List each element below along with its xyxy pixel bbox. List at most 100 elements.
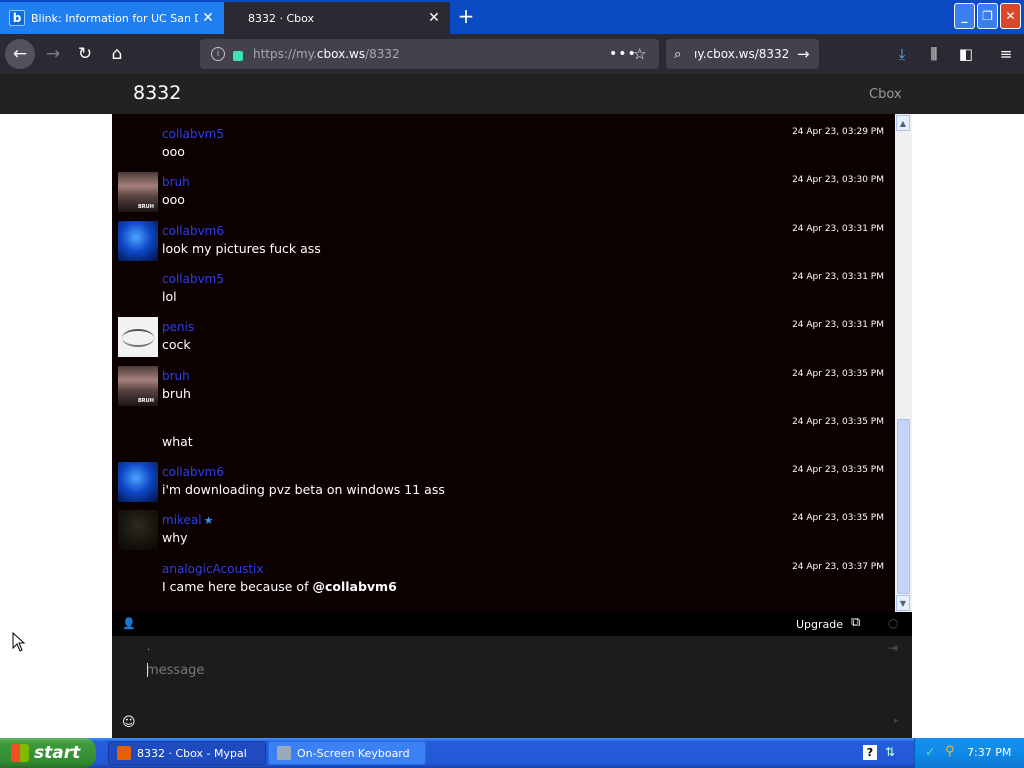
tab-title: Blink: Information for UC San Dieg [31, 11, 198, 25]
message-username[interactable]: collabvm6 [162, 224, 224, 238]
window-close-button[interactable]: ✕ [1000, 3, 1021, 29]
sidebar-icon[interactable]: ◧ [954, 42, 978, 66]
refresh-icon[interactable]: ○ [888, 616, 898, 630]
message-text: bruh [162, 386, 191, 401]
tab-strip: b Blink: Information for UC San Dieg ✕ 8… [0, 0, 1024, 34]
minimize-button[interactable]: _ [954, 3, 975, 29]
chat-message: collabvm5 24 Apr 23, 03:31 PM lol [112, 259, 896, 307]
avatar[interactable] [118, 366, 158, 406]
star-badge-icon: ★ [203, 514, 214, 527]
taskbar: start 8332 · Cbox - Mypal On-Screen Keyb… [0, 738, 1024, 768]
windows-flag-icon [11, 744, 29, 762]
chat-message: penis 24 Apr 23, 03:31 PM cock [112, 307, 896, 357]
message-username[interactable]: collabvm6 [162, 465, 224, 479]
network-icon[interactable]: ⇅ [885, 745, 895, 759]
message-username[interactable]: collabvm5 [162, 127, 224, 141]
browser-icon [117, 746, 131, 760]
login-icon[interactable]: ⇥ [888, 641, 898, 655]
bing-favicon-icon: b [9, 10, 25, 26]
text-caret [147, 663, 148, 677]
avatar[interactable] [118, 462, 158, 502]
chat-scrollbar[interactable]: ▲ ▼ [895, 114, 912, 612]
send-arrow-icon[interactable]: ▸ [894, 716, 899, 726]
chat-message: analogicAcoustix 24 Apr 23, 03:37 PM I c… [112, 549, 896, 597]
message-timestamp: 24 Apr 23, 03:29 PM [792, 127, 884, 137]
message-username[interactable]: bruh [162, 175, 190, 189]
popout-icon[interactable]: ⧉ [851, 615, 860, 630]
message-text: what [162, 434, 193, 449]
more-actions-icon[interactable]: ••• [609, 46, 636, 62]
search-text[interactable]: ıy.cbox.ws/8332 [694, 47, 797, 61]
reload-icon[interactable]: ↻ [70, 39, 100, 69]
message-timestamp: 24 Apr 23, 03:35 PM [792, 513, 884, 523]
taskbar-item-browser[interactable]: 8332 · Cbox - Mypal [108, 741, 266, 765]
message-username[interactable]: bruh [162, 369, 190, 383]
help-icon[interactable]: ? [863, 745, 877, 760]
message-text: lol [162, 289, 177, 304]
home-icon[interactable]: ⌂ [102, 39, 132, 69]
mention-link[interactable]: @collabvm6 [312, 579, 396, 594]
start-button[interactable]: start [0, 738, 96, 768]
bookmark-star-icon[interactable]: ☆ [633, 45, 659, 63]
avatar[interactable] [118, 510, 158, 550]
search-icon: ⌕ [674, 46, 682, 62]
avatar[interactable] [118, 172, 158, 212]
message-composer: . ⇥ ☺ ▸ [112, 636, 912, 738]
hamburger-menu-icon[interactable]: ≡ [994, 42, 1018, 66]
url-text[interactable]: https://my.cbox.ws/8332 [253, 47, 609, 61]
download-icon[interactable]: ⤓ [890, 42, 914, 66]
avatar[interactable] [118, 221, 158, 261]
message-timestamp: 24 Apr 23, 03:35 PM [792, 417, 884, 427]
lock-icon[interactable] [233, 51, 243, 61]
chat-toolbar: 👤 Upgrade ⧉ ○ [112, 612, 912, 636]
nav-toolbar: ← → ↻ ⌂ i https://my.cbox.ws/8332 ••• ☆ … [0, 34, 1024, 74]
forward-arrow-icon[interactable]: → [38, 39, 68, 69]
page-title: 8332 [133, 82, 182, 104]
upgrade-link[interactable]: Upgrade [796, 618, 843, 631]
message-text: i'm downloading pvz beta on windows 11 a… [162, 482, 445, 497]
message-username[interactable]: analogicAcoustix [162, 562, 263, 576]
site-header: 8332 Cbox [0, 74, 1024, 114]
chat-message: mikeal ★ 24 Apr 23, 03:35 PM why [112, 500, 896, 550]
chat-messages[interactable]: collabvm5 24 Apr 23, 03:29 PM ooo bruh 2… [112, 114, 912, 612]
back-arrow-icon[interactable]: ← [5, 39, 35, 69]
message-timestamp: 24 Apr 23, 03:37 PM [792, 562, 884, 572]
library-icon[interactable]: ⫼ [922, 42, 946, 66]
tab-title: 8332 · Cbox [248, 11, 315, 25]
new-tab-button[interactable]: + [454, 6, 478, 28]
scroll-down-icon[interactable]: ▼ [896, 595, 910, 611]
search-tray-icon[interactable]: ⚲ [945, 744, 955, 759]
scroll-thumb[interactable] [897, 419, 910, 594]
user-icon[interactable]: 👤 [122, 617, 136, 630]
clock: 7:37 PM [967, 746, 1012, 759]
maximize-button[interactable]: ❐ [977, 3, 998, 29]
message-timestamp: 24 Apr 23, 03:35 PM [792, 369, 884, 379]
keyboard-icon [277, 746, 291, 760]
message-text: cock [162, 337, 191, 352]
message-text: why [162, 530, 188, 545]
chat-message: 24 Apr 23, 03:35 PM what [112, 404, 896, 452]
tab-cbox[interactable]: 8332 · Cbox ✕ [224, 2, 450, 34]
go-arrow-icon[interactable]: → [797, 45, 819, 63]
search-bar[interactable]: ⌕ ıy.cbox.ws/8332 → [666, 39, 819, 69]
chat-message: collabvm5 24 Apr 23, 03:29 PM ooo [112, 114, 896, 162]
message-text: I came here because of @collabvm6 [162, 579, 397, 594]
close-icon[interactable]: ✕ [198, 8, 218, 28]
taskbar-item-keyboard[interactable]: On-Screen Keyboard [268, 741, 426, 765]
message-username[interactable]: penis [162, 320, 194, 334]
close-icon[interactable]: ✕ [424, 8, 444, 28]
message-username[interactable]: collabvm5 [162, 272, 224, 286]
message-text: ooo [162, 192, 185, 207]
url-bar[interactable]: i https://my.cbox.ws/8332 ••• ☆ [200, 39, 659, 69]
info-icon[interactable]: i [211, 47, 225, 61]
emoji-icon[interactable]: ☺ [122, 715, 136, 730]
chat-message: bruh 24 Apr 23, 03:30 PM ooo [112, 162, 896, 212]
brand-link[interactable]: Cbox [869, 87, 902, 102]
message-username[interactable]: mikeal ★ [162, 513, 214, 527]
message-text: ooo [162, 144, 185, 159]
tab-blink[interactable]: b Blink: Information for UC San Dieg ✕ [0, 2, 224, 34]
shield-icon[interactable]: ✓ [925, 745, 935, 759]
message-input[interactable] [146, 659, 846, 681]
scroll-up-icon[interactable]: ▲ [896, 115, 910, 131]
avatar[interactable] [118, 317, 158, 357]
